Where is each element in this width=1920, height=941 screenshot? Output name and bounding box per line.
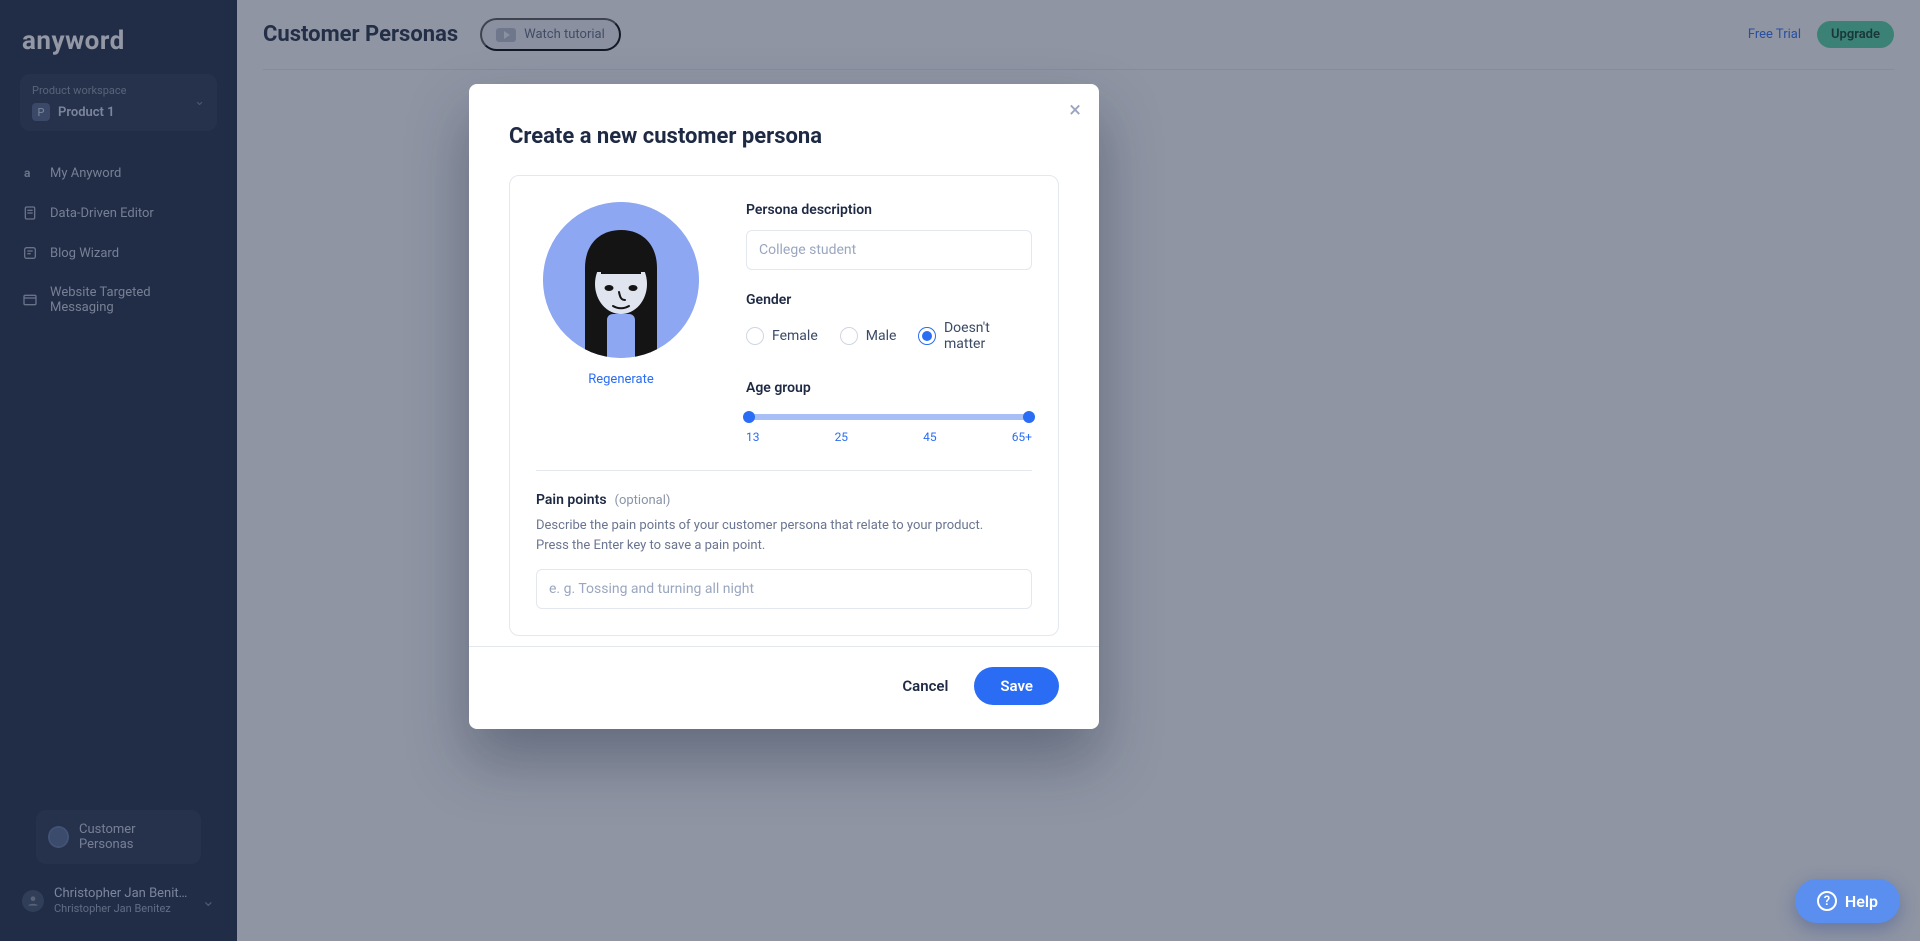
slider-thumb-max[interactable]	[1023, 411, 1035, 423]
persona-avatar	[543, 202, 699, 358]
help-button[interactable]: ? Help	[1795, 879, 1900, 923]
close-icon: ×	[1069, 98, 1081, 123]
description-label: Persona description	[746, 202, 1032, 218]
pain-points-description: Describe the pain points of your custome…	[536, 516, 1032, 555]
close-button[interactable]: ×	[1069, 98, 1081, 123]
radio-label: Doesn't matter	[944, 320, 1032, 352]
description-input[interactable]	[746, 230, 1032, 270]
gender-radio-group: Female Male Doesn't matter	[746, 320, 1032, 352]
create-persona-modal: × Create a new customer persona	[469, 84, 1099, 729]
radio-icon	[840, 327, 858, 345]
slider-tick: 65+	[1012, 430, 1032, 444]
slider-ticks: 13 25 45 65+	[746, 430, 1032, 444]
radio-label: Male	[866, 328, 897, 344]
gender-radio-doesnt-matter[interactable]: Doesn't matter	[918, 320, 1032, 352]
gender-label: Gender	[746, 292, 1032, 308]
radio-icon	[918, 327, 936, 345]
save-button[interactable]: Save	[974, 667, 1059, 705]
gender-radio-male[interactable]: Male	[840, 327, 897, 345]
slider-thumb-min[interactable]	[743, 411, 755, 423]
age-range-slider[interactable]: 13 25 45 65+	[746, 408, 1032, 444]
radio-label: Female	[772, 328, 818, 344]
cancel-button[interactable]: Cancel	[902, 677, 948, 695]
pain-points-optional: (optional)	[615, 493, 671, 508]
pain-points-input[interactable]	[536, 569, 1032, 609]
slider-tick: 13	[746, 430, 760, 444]
pain-points-label: Pain points	[536, 492, 607, 508]
persona-card: Regenerate Persona description Gender Fe…	[509, 175, 1059, 636]
help-label: Help	[1845, 892, 1878, 911]
modal-footer: Cancel Save	[469, 646, 1099, 729]
radio-icon	[746, 327, 764, 345]
slider-tick: 25	[835, 430, 849, 444]
slider-tick: 45	[923, 430, 937, 444]
help-icon: ?	[1817, 891, 1837, 911]
age-group-label: Age group	[746, 380, 1032, 396]
regenerate-button[interactable]: Regenerate	[588, 372, 654, 387]
gender-radio-female[interactable]: Female	[746, 327, 818, 345]
modal-title: Create a new customer persona	[469, 84, 1099, 149]
